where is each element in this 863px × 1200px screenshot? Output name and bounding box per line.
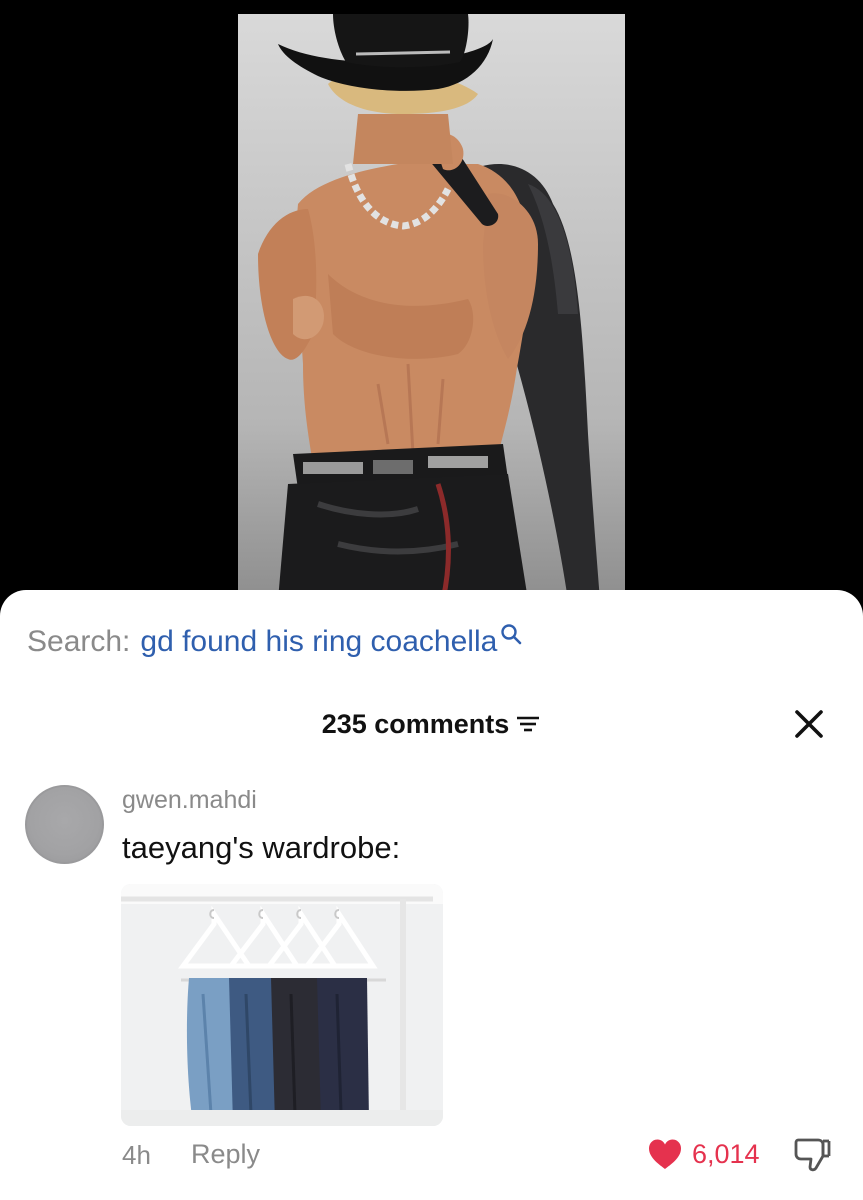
- search-prefix: Search:: [27, 625, 131, 658]
- like-button[interactable]: 6,014: [646, 1134, 760, 1174]
- like-count: 6,014: [692, 1138, 760, 1169]
- comment-text: taeyang's wardrobe:: [122, 830, 401, 865]
- video-player[interactable]: [238, 14, 625, 600]
- search-icon[interactable]: [500, 619, 522, 645]
- close-icon: [795, 710, 823, 738]
- video-still-image: [258, 14, 600, 600]
- comments-count: 235 comments: [321, 708, 510, 739]
- comment-username[interactable]: gwen.mahdi: [122, 786, 257, 815]
- comment-image[interactable]: [121, 884, 443, 1126]
- reply-button[interactable]: Reply: [191, 1139, 260, 1170]
- comment-item: gwen.mahdi taeyang's wardrobe: 4h Reply …: [0, 780, 863, 1200]
- comment-footer: 4h Reply 6,014: [0, 1132, 863, 1182]
- close-button[interactable]: [791, 706, 827, 742]
- comment-timestamp: 4h: [122, 1140, 151, 1170]
- comments-header: 235 comments: [0, 702, 863, 746]
- thumbs-down-icon: [794, 1138, 831, 1172]
- avatar[interactable]: [25, 785, 104, 864]
- search-suggestion[interactable]: Search: gd found his ring coachella: [27, 620, 522, 664]
- dislike-button[interactable]: [792, 1132, 832, 1174]
- search-query-link[interactable]: gd found his ring coachella: [140, 625, 497, 659]
- sort-lines-icon[interactable]: [515, 713, 541, 735]
- jeans-on-clothing-rack-image: [121, 884, 443, 1126]
- heart-icon: [649, 1139, 681, 1169]
- comments-sheet: Search: gd found his ring coachella 235 …: [0, 590, 863, 1200]
- video-area[interactable]: [0, 0, 863, 600]
